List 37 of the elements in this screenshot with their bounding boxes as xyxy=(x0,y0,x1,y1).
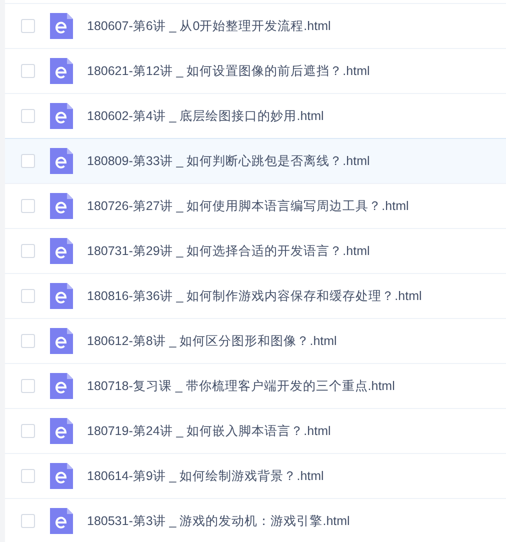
html-file-icon xyxy=(49,13,73,39)
file-name[interactable]: 180602-第4讲 _ 底层绘图接口的妙用.html xyxy=(87,106,324,126)
checkbox[interactable] xyxy=(21,19,35,33)
file-name[interactable]: 180809-第33讲 _ 如何判断心跳包是否离线？.html xyxy=(87,152,370,170)
html-file-icon xyxy=(49,508,73,534)
html-file-icon xyxy=(49,103,73,129)
html-file-icon xyxy=(49,418,73,444)
checkbox[interactable] xyxy=(21,514,35,528)
checkbox[interactable] xyxy=(21,154,35,168)
checkbox[interactable] xyxy=(21,64,35,78)
file-name[interactable]: 180621-第12讲 _ 如何设置图像的前后遮挡？.html xyxy=(87,62,370,80)
file-name[interactable]: 180607-第6讲 _ 从0开始整理开发流程.html xyxy=(87,16,331,36)
file-name[interactable]: 180612-第8讲 _ 如何区分图形和图像？.html xyxy=(87,332,337,350)
file-name[interactable]: 180614-第9讲 _ 如何绘制游戏背景？.html xyxy=(87,466,324,486)
file-name[interactable]: 180718-复习课 _ 带你梳理客户端开发的三个重点.html xyxy=(87,376,395,396)
checkbox[interactable] xyxy=(21,244,35,258)
html-file-icon xyxy=(49,148,73,174)
checkbox[interactable] xyxy=(21,379,35,393)
html-file-icon xyxy=(49,193,73,219)
html-file-icon xyxy=(49,58,73,84)
file-name[interactable]: 180726-第27讲 _ 如何使用脚本语言编写周边工具？.html xyxy=(87,196,409,216)
checkbox[interactable] xyxy=(21,424,35,438)
html-file-icon xyxy=(49,463,73,489)
file-name[interactable]: 180719-第24讲 _ 如何嵌入脚本语言？.html xyxy=(87,422,331,440)
checkbox[interactable] xyxy=(21,334,35,348)
html-file-icon xyxy=(49,328,73,354)
html-file-icon xyxy=(49,373,73,399)
file-row[interactable]: 180809-第33讲 _ 如何判断心跳包是否离线？.html xyxy=(5,138,506,183)
checkbox[interactable] xyxy=(21,199,35,213)
checkbox[interactable] xyxy=(21,289,35,303)
checkbox[interactable] xyxy=(21,469,35,483)
file-name[interactable]: 180816-第36讲 _ 如何制作游戏内容保存和缓存处理？.html xyxy=(87,286,422,306)
html-file-icon xyxy=(49,283,73,309)
file-name[interactable]: 180731-第29讲 _ 如何选择合适的开发语言？.html xyxy=(87,242,370,260)
file-name[interactable]: 180531-第3讲 _ 游戏的发动机：游戏引擎.html xyxy=(87,512,350,530)
html-file-icon xyxy=(49,238,73,264)
checkbox[interactable] xyxy=(21,109,35,123)
